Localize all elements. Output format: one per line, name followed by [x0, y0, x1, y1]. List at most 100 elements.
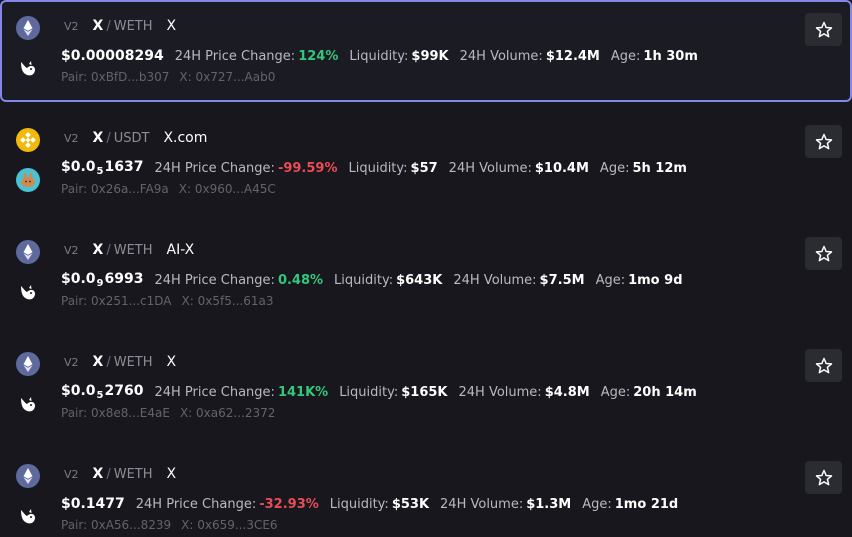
pair-row[interactable]: V2 X / WETH X $0.1477 24H Price Change: …: [0, 448, 852, 537]
age-label: Age:: [582, 496, 612, 512]
version-tag: V2: [64, 355, 79, 369]
pair-addresses: Pair: 0x251...c1DA X: 0x5f5...61a3: [61, 292, 284, 310]
pair-title: V2 X / USDT X.com: [64, 128, 207, 148]
uniswap-icon: [16, 56, 40, 80]
pair-stats: $0.096993 24H Price Change: 0.48% Liquid…: [61, 269, 694, 291]
token-address[interactable]: X: 0x960...A45C: [179, 182, 276, 196]
pair-row[interactable]: V2 X / USDT X.com $0.051637 24H Price Ch…: [0, 112, 852, 214]
volume-value: $7.5M: [539, 272, 585, 288]
pair-address[interactable]: Pair: 0x251...c1DA: [61, 294, 172, 308]
token-address[interactable]: X: 0x727...Aab0: [179, 70, 275, 84]
token-name: AI-X: [166, 242, 195, 258]
row-icons: [13, 16, 43, 86]
price-change-label: 24H Price Change:: [174, 48, 296, 64]
pair-stats: $0.00008294 24H Price Change: 124% Liqui…: [61, 45, 709, 67]
pair-separator: /: [106, 354, 111, 370]
liquidity-value: $53K: [391, 496, 430, 512]
token-address[interactable]: X: 0xa62...2372: [180, 406, 275, 420]
age-value: 1mo 9d: [628, 272, 683, 288]
liquidity-value: $99K: [411, 48, 449, 64]
token-name: X: [166, 354, 177, 370]
quote-symbol: USDT: [113, 130, 150, 146]
pancakeswap-icon: [16, 168, 40, 192]
favorite-button[interactable]: [805, 237, 842, 270]
pair-separator: /: [106, 466, 111, 482]
ethereum-icon: [16, 240, 40, 264]
pair-stats: $0.1477 24H Price Change: -32.93% Liquid…: [61, 493, 689, 515]
price-change-value: -32.93%: [259, 496, 319, 512]
price-value: $0.096993: [61, 271, 144, 289]
quote-symbol: WETH: [113, 18, 153, 34]
pair-title: V2 X / WETH AI-X: [64, 240, 194, 260]
ethereum-icon: [16, 464, 40, 488]
price-change-label: 24H Price Change:: [154, 384, 275, 400]
volume-value: $1.3M: [526, 496, 572, 512]
pair-row[interactable]: V2 X / WETH AI-X $0.096993 24H Price Cha…: [0, 224, 852, 326]
pair-stats: $0.051637 24H Price Change: -99.59% Liqu…: [61, 157, 698, 179]
price-change-value: -99.59%: [277, 160, 338, 176]
price-change-label: 24H Price Change:: [154, 160, 275, 176]
liquidity-label: Liquidity:: [349, 48, 409, 64]
age-label: Age:: [599, 160, 630, 176]
base-symbol: X: [92, 130, 104, 146]
age-label: Age:: [595, 272, 626, 288]
price-value: $0.1477: [61, 496, 125, 512]
favorite-button[interactable]: [805, 125, 842, 158]
pair-addresses: Pair: 0xA56...8239 X: 0x659...3CE6: [61, 516, 288, 534]
pair-address[interactable]: Pair: 0xBfD...b307: [61, 70, 169, 84]
volume-label: 24H Volume:: [453, 272, 537, 288]
liquidity-value: $165K: [401, 384, 448, 400]
volume-value: $4.8M: [544, 384, 590, 400]
volume-label: 24H Volume:: [448, 160, 532, 176]
star-icon: [815, 133, 832, 149]
price-change-label: 24H Price Change:: [154, 272, 275, 288]
pair-address[interactable]: Pair: 0x26a...FA9a: [61, 182, 169, 196]
token-name: X: [166, 18, 177, 34]
liquidity-label: Liquidity:: [348, 160, 408, 176]
ethereum-icon: [16, 16, 40, 40]
volume-value: $12.4M: [545, 48, 600, 64]
star-icon: [815, 469, 832, 485]
quote-symbol: WETH: [113, 242, 153, 258]
row-icons: [13, 464, 43, 534]
quote-symbol: WETH: [113, 354, 153, 370]
version-tag: V2: [64, 467, 79, 481]
star-icon: [815, 245, 832, 261]
favorite-button[interactable]: [805, 349, 842, 382]
favorite-button[interactable]: [805, 13, 842, 46]
volume-label: 24H Volume:: [459, 48, 543, 64]
pair-separator: /: [106, 18, 111, 34]
age-value: 20h 14m: [633, 384, 697, 400]
uniswap-icon: [16, 392, 40, 416]
ethereum-icon: [16, 352, 40, 376]
volume-label: 24H Volume:: [440, 496, 524, 512]
pair-row[interactable]: V2 X / WETH X $0.052760 24H Price Change…: [0, 336, 852, 438]
token-address[interactable]: X: 0x659...3CE6: [181, 518, 277, 532]
price-change-label: 24H Price Change:: [135, 496, 257, 512]
pair-list: V2 X / WETH X $0.00008294 24H Price Chan…: [0, 0, 852, 537]
liquidity-value: $57: [410, 160, 438, 176]
price-change-value: 141K%: [277, 384, 329, 400]
liquidity-label: Liquidity:: [334, 272, 394, 288]
version-tag: V2: [64, 131, 79, 145]
price-value: $0.051637: [61, 159, 144, 177]
pair-separator: /: [106, 242, 111, 258]
age-label: Age:: [610, 48, 641, 64]
row-icons: [13, 128, 43, 198]
liquidity-value: $643K: [396, 272, 443, 288]
pair-row[interactable]: V2 X / WETH X $0.00008294 24H Price Chan…: [0, 0, 852, 102]
pair-address[interactable]: Pair: 0xA56...8239: [61, 518, 171, 532]
liquidity-label: Liquidity:: [329, 496, 389, 512]
base-symbol: X: [92, 18, 104, 34]
price-value: $0.00008294: [61, 48, 164, 64]
token-address[interactable]: X: 0x5f5...61a3: [182, 294, 274, 308]
pair-stats: $0.052760 24H Price Change: 141K% Liquid…: [61, 381, 708, 403]
binance-icon: [16, 128, 40, 152]
star-icon: [815, 21, 832, 37]
uniswap-icon: [16, 280, 40, 304]
age-label: Age:: [600, 384, 631, 400]
pair-address[interactable]: Pair: 0x8e8...E4aE: [61, 406, 170, 420]
token-name: X.com: [163, 130, 208, 146]
favorite-button[interactable]: [805, 461, 842, 494]
pair-title: V2 X / WETH X: [64, 352, 176, 372]
